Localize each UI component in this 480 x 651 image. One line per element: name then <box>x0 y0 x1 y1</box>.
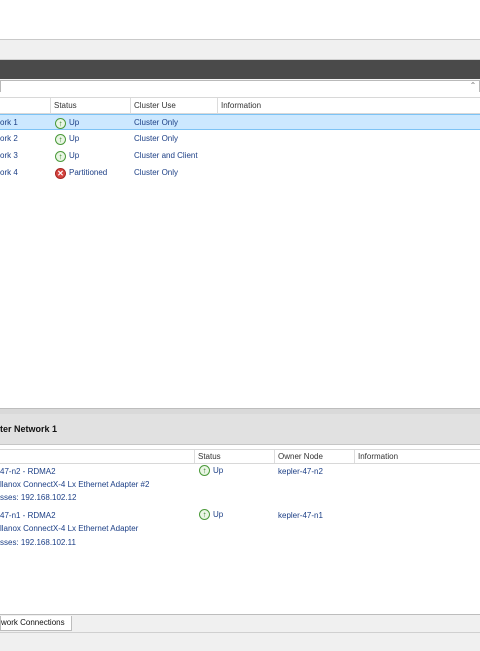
column-header-name[interactable] <box>0 98 51 113</box>
network-status: ↑ Up <box>55 131 79 147</box>
column-header-name[interactable] <box>0 450 195 463</box>
interface-owner-node: kepler-47-n2 <box>278 467 323 476</box>
networks-list-header: Status Cluster Use Information <box>0 97 480 114</box>
network-status-label: Partitioned <box>69 168 108 177</box>
network-status-label: Up <box>69 118 80 127</box>
interface-name: 47-n2 - RDMA2 <box>0 467 56 476</box>
column-header-cluster-use[interactable]: Cluster Use <box>131 98 218 113</box>
interface-status: ↑ Up <box>199 465 223 476</box>
network-name: ork 3 <box>0 151 18 160</box>
network-cluster-use: Cluster and Client <box>134 151 198 160</box>
expand-chevron-icon[interactable]: ⌃ <box>469 81 477 91</box>
interface-addresses: sses: 192.168.102.12 <box>0 493 77 502</box>
detail-title-bar: ter Network 1 <box>0 414 480 445</box>
interface-addresses: sses: 192.168.102.11 <box>0 538 76 547</box>
network-name: ork 4 <box>0 168 18 177</box>
network-status-label: Up <box>69 134 80 143</box>
interface-status: ↑ Up <box>199 509 223 520</box>
network-row[interactable]: ork 2 ↑ Up Cluster Only <box>0 131 480 147</box>
up-arrow-icon: ↑ <box>199 465 210 476</box>
up-arrow-icon: ↑ <box>55 117 66 129</box>
toolbar <box>0 40 480 60</box>
network-row[interactable]: ork 4 ✕ Partitioned Cluster Only <box>0 165 480 181</box>
error-x-icon: ✕ <box>55 167 66 179</box>
detail-title: ter Network 1 <box>0 424 58 434</box>
interface-status-label: Up <box>213 466 224 475</box>
up-arrow-icon: ↑ <box>55 133 66 145</box>
tab-strip <box>0 614 480 633</box>
network-status: ↑ Up <box>55 148 79 164</box>
column-header-owner-node[interactable]: Owner Node <box>275 450 355 463</box>
network-row[interactable]: ork 1 ↑ Up Cluster Only <box>0 114 480 130</box>
up-arrow-icon: ↑ <box>55 150 66 162</box>
interface-owner-node: kepler-47-n1 <box>278 511 323 520</box>
pane-header-bar <box>0 60 480 79</box>
detail-list-header: Status Owner Node Information <box>0 449 480 464</box>
network-status: ✕ Partitioned <box>55 165 107 181</box>
window-top-area <box>0 0 480 40</box>
network-row[interactable]: ork 3 ↑ Up Cluster and Client <box>0 148 480 164</box>
interface-adapter: llanox ConnectX-4 Lx Ethernet Adapter <box>0 524 139 533</box>
column-header-information[interactable]: Information <box>355 450 480 463</box>
network-status: ↑ Up <box>55 115 79 131</box>
column-header-information[interactable]: Information <box>218 98 480 113</box>
network-cluster-use: Cluster Only <box>134 118 179 127</box>
interface-name: 47-n1 - RDMA2 <box>0 511 56 520</box>
tab-network-connections[interactable]: work Connections <box>0 616 72 631</box>
network-name: ork 1 <box>0 118 18 127</box>
network-name: ork 2 <box>0 134 18 143</box>
up-arrow-icon: ↑ <box>199 509 210 520</box>
status-bar <box>0 632 480 651</box>
column-header-status[interactable]: Status <box>51 98 131 113</box>
network-cluster-use: Cluster Only <box>134 168 179 177</box>
network-status-label: Up <box>69 151 80 160</box>
network-cluster-use: Cluster Only <box>134 134 179 143</box>
interface-status-label: Up <box>213 510 224 519</box>
interface-adapter: llanox ConnectX-4 Lx Ethernet Adapter #2 <box>0 480 150 489</box>
column-header-status[interactable]: Status <box>195 450 275 463</box>
